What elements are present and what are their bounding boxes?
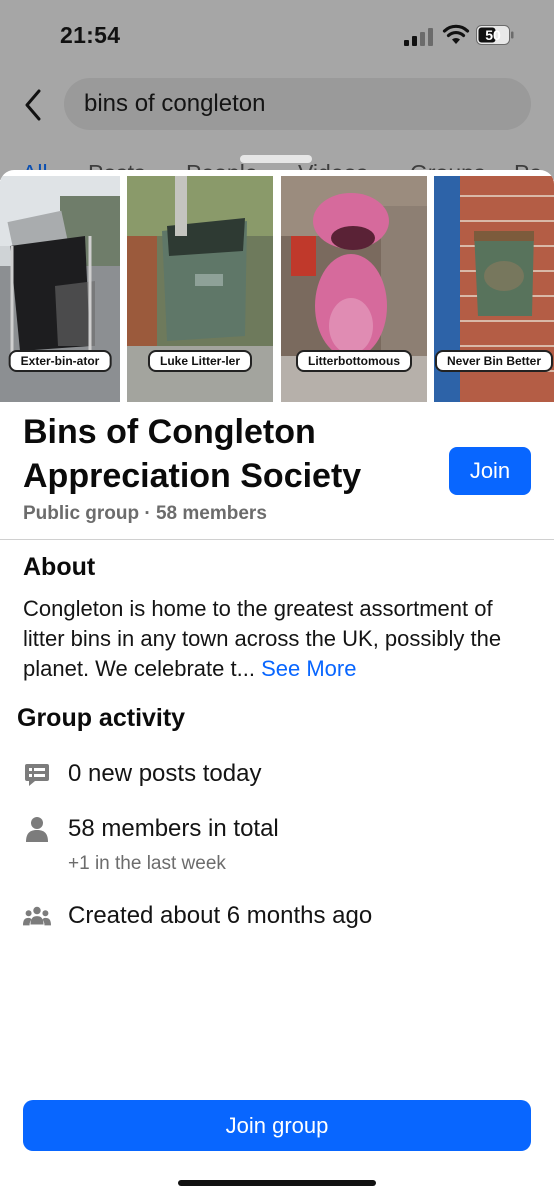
- group-photo-strip[interactable]: Exter-bin-ator Luke Litter-ler Litterbot…: [0, 176, 554, 402]
- search-input[interactable]: bins of congleton: [64, 78, 531, 130]
- search-row: bins of congleton: [0, 78, 554, 132]
- activity-member-growth: +1 in the last week: [68, 853, 226, 874]
- home-indicator: [178, 1180, 376, 1186]
- see-more-link[interactable]: See More: [261, 656, 356, 681]
- search-query: bins of congleton: [84, 90, 266, 117]
- activity-new-posts: 0 new posts today: [68, 760, 262, 787]
- group-title: Bins of Congleton Appreciation Society: [23, 413, 362, 495]
- status-time: 21:54: [60, 22, 121, 48]
- person-icon: [23, 815, 51, 843]
- about-description: Congleton is home to the greatest assort…: [23, 594, 538, 684]
- group-preview-sheet: Exter-bin-ator Luke Litter-ler Litterbot…: [0, 170, 554, 1200]
- posts-icon: [23, 761, 51, 789]
- chevron-left-icon: [25, 89, 41, 121]
- background-search-page: 21:54 50 bins of congleton: [0, 0, 554, 180]
- join-button[interactable]: Join: [449, 447, 531, 495]
- photo-caption: Never Bin Better: [434, 350, 554, 372]
- group-photo: Luke Litter-ler: [127, 176, 273, 402]
- group-privacy-members: Public group · 58 members: [23, 503, 267, 524]
- about-heading: About: [23, 553, 96, 581]
- join-group-button[interactable]: Join group: [23, 1100, 531, 1151]
- activity-created-date: Created about 6 months ago: [68, 902, 373, 929]
- section-divider: [0, 539, 554, 540]
- group-photo: Exter-bin-ator: [0, 176, 120, 402]
- battery-icon: 50: [476, 25, 514, 45]
- sheet-drag-handle[interactable]: [240, 155, 312, 163]
- cellular-signal-icon: [404, 28, 433, 46]
- people-icon: [23, 903, 51, 931]
- photo-caption: Exter-bin-ator: [8, 350, 112, 372]
- photo-caption: Litterbottomous: [296, 350, 412, 372]
- status-bar: 21:54 50: [0, 0, 554, 72]
- photo-caption: Luke Litter-ler: [147, 350, 253, 372]
- group-photo: Litterbottomous: [281, 176, 427, 402]
- group-activity-heading: Group activity: [17, 704, 186, 732]
- group-photo: Never Bin Better: [434, 176, 554, 402]
- wifi-icon: [442, 24, 470, 44]
- battery-level: 50: [485, 27, 501, 43]
- back-button[interactable]: [18, 86, 48, 124]
- activity-member-count: 58 members in total: [68, 815, 279, 842]
